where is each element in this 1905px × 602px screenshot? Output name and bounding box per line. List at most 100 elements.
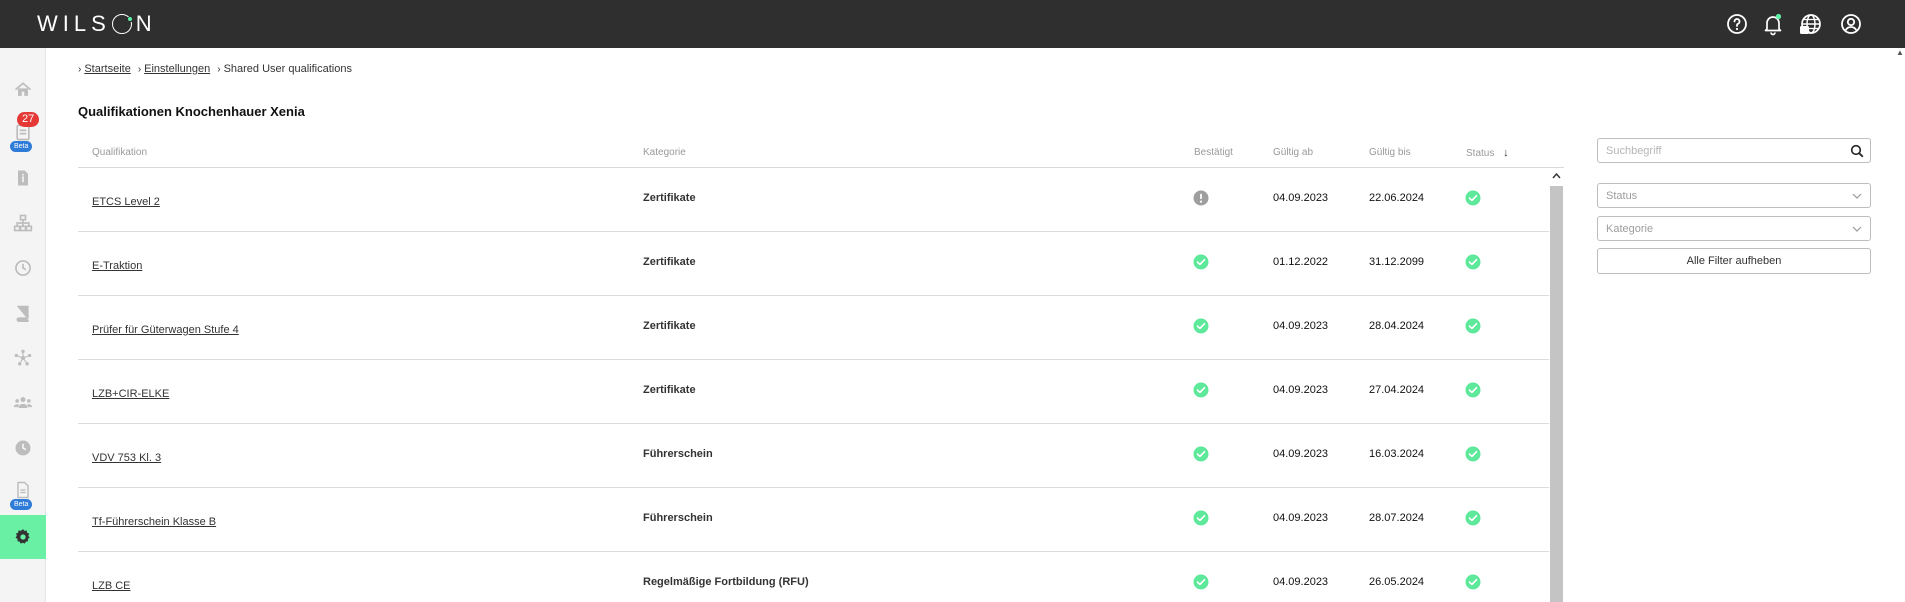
- clock-filled-icon: [15, 440, 31, 456]
- search-box: [1597, 138, 1871, 163]
- qualification-link[interactable]: LZB+CIR-ELKE: [92, 388, 169, 400]
- confirmed-check-icon: [1193, 574, 1209, 590]
- table-row[interactable]: LZB+CIR-ELKE Zertifikate 04.09.2023 27.04.2…: [78, 360, 1549, 424]
- valid-from-date: 04.09.2023: [1273, 576, 1329, 588]
- sidebar-item-settings[interactable]: [0, 515, 46, 559]
- confirmed-check-icon: [1193, 382, 1209, 398]
- sidebar-item-book[interactable]: [0, 291, 46, 335]
- valid-until-date: 16.03.2024: [1369, 448, 1425, 460]
- status-check-icon: [1465, 446, 1481, 462]
- sidebar-item-home[interactable]: [0, 68, 46, 112]
- sidebar-item-users[interactable]: [0, 381, 46, 425]
- help-icon[interactable]: [1725, 12, 1749, 36]
- column-header-kategorie[interactable]: Kategorie: [643, 147, 686, 158]
- wilson-logo[interactable]: WILS N: [37, 11, 157, 37]
- qualification-link[interactable]: Prüfer für Güterwagen Stufe 4: [92, 324, 239, 336]
- chevron-down-icon: [1852, 226, 1862, 232]
- search-icon[interactable]: [1850, 144, 1864, 158]
- category-text: Zertifikate: [643, 384, 696, 396]
- breadcrumb-home-link[interactable]: Startseite: [84, 63, 130, 75]
- breadcrumb: › Startseite › Einstellungen › Shared User …: [78, 63, 352, 75]
- valid-until-date: 27.04.2024: [1369, 384, 1425, 396]
- category-text: Führerschein: [643, 448, 713, 460]
- category-text: Zertifikate: [643, 192, 696, 204]
- sidebar-item-organisation[interactable]: [0, 201, 46, 245]
- valid-from-date: 04.09.2023: [1273, 448, 1329, 460]
- qualification-link[interactable]: ETCS Level 2: [92, 196, 160, 208]
- logo-o-ring: [111, 14, 133, 34]
- scrollbar-thumb[interactable]: [1550, 186, 1563, 602]
- scroll-up-chevron-icon[interactable]: [1551, 170, 1562, 182]
- valid-until-date: 26.05.2024: [1369, 576, 1425, 588]
- table-row[interactable]: ETCS Level 2 Zertifikate 04.09.2023 22.06.2…: [78, 168, 1549, 232]
- column-header-status[interactable]: Status ↓: [1466, 147, 1509, 159]
- language-globe-icon[interactable]: [1799, 12, 1823, 36]
- sidebar: 27 Beta Beta: [0, 48, 46, 602]
- report-icon: [17, 481, 29, 499]
- status-check-icon: [1465, 574, 1481, 590]
- sidebar-item-reports[interactable]: Beta: [0, 468, 46, 512]
- gear-icon: [15, 529, 30, 544]
- scroll-up-arrow-icon[interactable]: ▲: [1895, 48, 1905, 60]
- beta-badge: Beta: [10, 141, 33, 152]
- sidebar-item-time[interactable]: [0, 246, 46, 290]
- book-icon: [16, 305, 29, 322]
- table-row[interactable]: Prüfer für Güterwagen Stufe 4 Zertifikate…: [78, 296, 1549, 360]
- beta-badge: Beta: [10, 499, 33, 510]
- chevron-right-icon: ›: [137, 64, 142, 75]
- confirmed-check-icon: [1193, 446, 1209, 462]
- page-title: Qualifikationen Knochenhauer Xenia: [78, 104, 305, 119]
- valid-from-date: 04.09.2023: [1273, 512, 1329, 524]
- chevron-down-icon: [1852, 193, 1862, 199]
- breadcrumb-settings-link[interactable]: Einstellungen: [144, 63, 210, 75]
- chevron-right-icon: ›: [78, 64, 82, 75]
- column-header-gueltig-ab[interactable]: Gültig ab: [1273, 147, 1313, 158]
- notification-bell-icon[interactable]: [1761, 12, 1785, 36]
- status-check-icon: [1465, 254, 1481, 270]
- column-header-bestaetigt[interactable]: Bestätigt: [1194, 147, 1233, 158]
- sidebar-item-tasks[interactable]: 27 Beta: [0, 110, 46, 154]
- network-icon: [14, 349, 32, 366]
- table-row[interactable]: VDV 753 Kl. 3 Führerschein 04.09.2023 16.03…: [78, 424, 1549, 488]
- confirmed-check-icon: [1193, 254, 1209, 270]
- chevron-right-icon: ›: [217, 64, 221, 75]
- org-chart-icon: [13, 214, 33, 232]
- table-scrollbar[interactable]: [1549, 168, 1564, 602]
- sidebar-item-history[interactable]: [0, 426, 46, 470]
- user-account-icon[interactable]: [1839, 12, 1863, 36]
- page-scrollbar[interactable]: ▲: [1895, 48, 1905, 602]
- status-select[interactable]: Status: [1597, 183, 1871, 208]
- users-icon: [13, 397, 33, 408]
- table-row[interactable]: Tf-Führerschein Klasse B Führerschein 04.0…: [78, 488, 1549, 552]
- sidebar-item-network[interactable]: [0, 336, 46, 380]
- confirmed-check-icon: [1193, 318, 1209, 334]
- qualification-link[interactable]: Tf-Führerschein Klasse B: [92, 516, 216, 528]
- confirmed-check-icon: [1193, 510, 1209, 526]
- status-check-icon: [1465, 510, 1481, 526]
- sidebar-item-documents[interactable]: [0, 156, 46, 200]
- clock-icon: [15, 260, 31, 276]
- valid-from-date: 04.09.2023: [1273, 384, 1329, 396]
- column-header-qualifikation[interactable]: Qualifikation: [92, 147, 147, 158]
- qualification-link[interactable]: VDV 753 Kl. 3: [92, 452, 161, 464]
- breadcrumb-current: Shared User qualifications: [223, 63, 352, 75]
- category-text: Regelmäßige Fortbildung (RFU): [643, 576, 809, 588]
- category-text: Zertifikate: [643, 256, 696, 268]
- pending-exclamation-icon: [1193, 190, 1209, 206]
- sort-arrow-down-icon: ↓: [1503, 147, 1509, 159]
- valid-until-date: 31.12.2099: [1369, 256, 1425, 268]
- column-header-gueltig-bis[interactable]: Gültig bis: [1369, 147, 1411, 158]
- status-check-icon: [1465, 190, 1481, 206]
- qualification-link[interactable]: E-Traktion: [92, 260, 142, 272]
- table-body: ETCS Level 2 Zertifikate 04.09.2023 22.06.2…: [78, 168, 1549, 602]
- table-header: Qualifikation Kategorie Bestätigt Gültig…: [78, 140, 1564, 168]
- qualification-link[interactable]: LZB CE: [92, 580, 131, 592]
- clear-filters-button[interactable]: Alle Filter aufheben: [1597, 248, 1871, 274]
- table-row[interactable]: E-Traktion Zertifikate 01.12.2022 31.12.209…: [78, 232, 1549, 296]
- valid-from-date: 04.09.2023: [1273, 320, 1329, 332]
- home-icon: [14, 82, 32, 96]
- valid-until-date: 22.06.2024: [1369, 192, 1425, 204]
- kategorie-select[interactable]: Kategorie: [1597, 216, 1871, 241]
- table-row[interactable]: LZB CE Regelmäßige Fortbildung (RFU) 04.09…: [78, 552, 1549, 602]
- search-input[interactable]: [1598, 139, 1838, 162]
